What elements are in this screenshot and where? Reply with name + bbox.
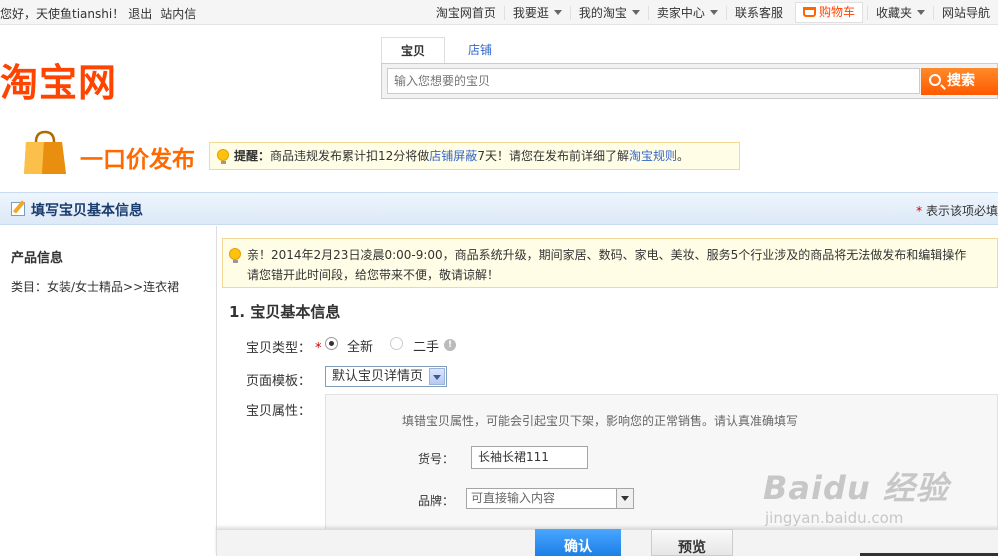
edit-icon [11,202,25,216]
nav-favorites[interactable]: 收藏夹 [866,5,933,20]
nav-my-taobao[interactable]: 我的淘宝 [569,5,648,20]
product-info-title: 产品信息 [11,251,64,266]
brand-placeholder: 可直接输入内容 [471,491,556,505]
tab-items[interactable]: 宝贝 [381,37,445,63]
nav-customer-service[interactable]: 联系客服 [725,5,791,20]
reminder-text-1: 商品违规发布累计扣12分将做 [270,149,430,163]
confirm-button[interactable]: 确认 [535,529,621,556]
greeting-text: 您好，天使鱼tianshi！ [0,7,125,21]
lightbulb-icon [217,149,229,164]
watermark-brand: Baidu 经验 [763,469,949,507]
section-title: 填写宝贝基本信息 [31,203,143,219]
item-no-label: 货号： [418,452,455,466]
section-header: 填写宝贝基本信息 * 表示该项必填 [0,192,998,225]
notice-line-1: 亲！2014年2月23日凌晨0:00-9:00，商品系统升级，期间家居、数码、家… [247,248,967,262]
nav-customer-service-label: 联系客服 [734,5,783,20]
taobao-rules-link[interactable]: 淘宝规则 [629,149,677,163]
search-area: 宝贝 店铺 搜索 [381,37,998,99]
messages-link[interactable]: 站内信 [160,7,196,21]
required-note-text: 表示该项必填 [925,204,998,218]
shop-block-link[interactable]: 店铺屏蔽 [429,149,477,163]
search-icon [929,74,941,86]
chevron-down-icon [429,368,445,385]
page-template-label: 页面模板： [246,374,312,389]
radio-used-label: 二手 [413,340,440,355]
nav-site-navigation-label: 网站导航 [941,5,990,20]
preview-button[interactable]: 预览 [651,529,733,556]
chevron-down-icon [916,9,925,15]
reminder-end: 。 [676,149,689,163]
chevron-down-icon [709,9,718,15]
chevron-down-icon [553,9,562,15]
topbar-right: 淘宝网首页 我要逛 我的淘宝 卖家中心 联系客服 购物车 收藏夹 网站导航 [428,0,998,25]
chevron-down-icon[interactable] [616,489,633,508]
search-button[interactable]: 搜索 [921,68,998,95]
page-template-select[interactable]: 默认宝贝详情页 [325,366,447,387]
watermark-url: jingyan.baidu.com [765,509,904,527]
item-no-input[interactable]: 长袖长裙111 [471,446,588,469]
radio-new-label: 全新 [347,340,374,355]
nav-home-label: 淘宝网首页 [435,5,496,20]
tab-shops[interactable]: 店铺 [445,37,515,63]
cart-label: 购物车 [818,5,855,19]
logout-link[interactable]: 退出 [128,7,152,21]
nav-seller-center[interactable]: 卖家中心 [647,5,726,20]
search-input[interactable] [387,68,920,94]
reminder-text-2: 7天！请您在发布前详细了解 [477,149,629,163]
nav-my-taobao-label: 我的淘宝 [578,5,627,20]
maintenance-notice: 亲！2014年2月23日凌晨0:00-9:00，商品系统升级，期间家居、数码、家… [222,238,998,288]
required-star: * [916,204,923,218]
nav-seller-center-label: 卖家中心 [656,5,705,20]
basic-info-heading: 1. 宝贝基本信息 [229,303,341,321]
nav-site-navigation[interactable]: 网站导航 [932,5,998,20]
cart-button[interactable]: 购物车 [794,2,863,23]
item-type-label: 宝贝类型： * [246,337,322,356]
nav-browse-label: 我要逛 [512,5,549,20]
search-tabs: 宝贝 店铺 [381,37,515,63]
info-icon[interactable]: ! [444,339,456,351]
baidu-watermark: Baidu 经验 jingyan.baidu.com [763,463,949,527]
cart-icon [802,7,816,17]
product-info-panel: 产品信息 类目：女装/女士精品>>连衣裙 [0,226,217,556]
site-topbar: 您好，天使鱼tianshi！ 退出 站内信 淘宝网首页 我要逛 我的淘宝 卖家中心 … [0,0,998,25]
category-path: 类目：女装/女士精品>>连衣裙 [11,280,180,294]
rules-reminder: 提醒：商品违规发布累计扣12分将做店铺屏蔽7天！请您在发布前详细了解淘宝规则。 [209,142,740,170]
radio-new[interactable] [325,337,338,350]
required-star: * [315,341,322,356]
nav-home[interactable]: 淘宝网首页 [428,6,504,20]
chevron-down-icon [631,9,640,15]
item-type-label-text: 宝贝类型： [246,341,312,356]
item-attributes-label: 宝贝属性： [246,404,312,419]
shopping-bag-icon [24,130,66,174]
reminder-label: 提醒： [234,149,271,163]
radio-used[interactable] [390,337,403,350]
lightbulb-icon [229,248,241,263]
search-box: 搜索 [381,63,998,99]
nav-browse[interactable]: 我要逛 [503,5,570,20]
notice-line-2: 请您错开此时间段，给您带来不便，敬请谅解！ [247,268,500,282]
page-template-value: 默认宝贝详情页 [332,369,424,384]
nav-favorites-label: 收藏夹 [875,5,912,20]
search-button-label: 搜索 [947,73,975,89]
attributes-hint: 填错宝贝属性，可能会引起宝贝下架，影响您的正常销售。请认真准确填写 [402,414,799,428]
publish-title: 一口价发布 [80,147,195,173]
required-note: * 表示该项必填 [916,202,998,219]
topbar-left: 您好，天使鱼tianshi！ 退出 站内信 [0,5,204,22]
taobao-logo[interactable]: 淘宝网 [0,52,117,107]
brand-label: 品牌： [418,494,455,508]
brand-select[interactable]: 可直接输入内容 [466,488,634,509]
